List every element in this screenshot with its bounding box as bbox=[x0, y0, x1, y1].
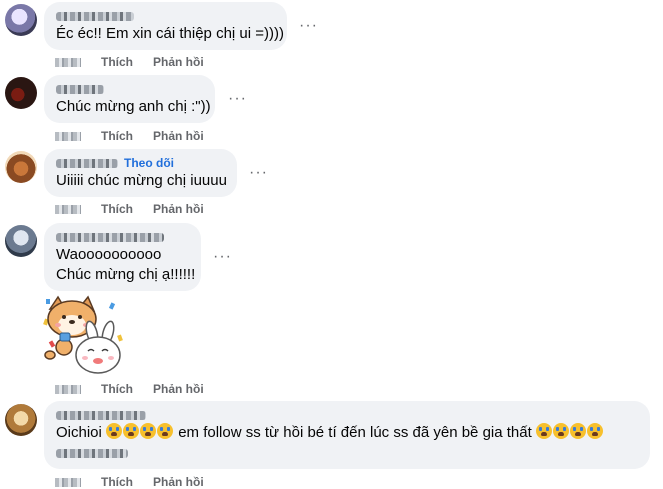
like-button[interactable]: Thích bbox=[101, 129, 133, 143]
crying-emoji-icon bbox=[140, 423, 157, 439]
comment-bubble: Éc éc!! Em xin cái thiệp chị ui =)))) bbox=[44, 2, 287, 50]
comment-text: Oichioi em follow ss từ hồi bé tí đến lú… bbox=[56, 423, 638, 443]
avatar[interactable] bbox=[5, 77, 37, 109]
comment-actions: Thích Phản hồi bbox=[55, 382, 224, 396]
like-button[interactable]: Thích bbox=[101, 202, 133, 216]
crying-emoji-group-1 bbox=[106, 423, 174, 441]
comment-text: Uiiiii chúc mừng chị iuuuu bbox=[56, 172, 227, 189]
comment-bubble: Oichioi em follow ss từ hồi bé tí đến lú… bbox=[44, 401, 650, 469]
more-options-icon[interactable]: ··· bbox=[213, 249, 232, 265]
reply-button[interactable]: Phản hồi bbox=[153, 202, 204, 216]
timestamp bbox=[55, 205, 81, 215]
crying-emoji-icon bbox=[106, 423, 123, 439]
avatar[interactable] bbox=[5, 151, 37, 183]
avatar[interactable] bbox=[5, 4, 37, 36]
reply-button[interactable]: Phản hồi bbox=[153, 382, 204, 396]
like-button[interactable]: Thích bbox=[101, 55, 133, 69]
timestamp bbox=[55, 58, 81, 68]
reply-button[interactable]: Phản hồi bbox=[153, 129, 204, 143]
crying-emoji-group-2 bbox=[535, 423, 604, 441]
avatar[interactable] bbox=[5, 404, 37, 436]
comment-text-line-2: Chúc mừng chị ạ!!!!!! bbox=[56, 266, 196, 283]
follow-button[interactable]: Theo dõi bbox=[124, 156, 174, 170]
like-button[interactable]: Thích bbox=[101, 382, 133, 396]
commenter-name[interactable] bbox=[56, 9, 275, 24]
commenter-name[interactable] bbox=[56, 408, 638, 423]
more-options-icon[interactable]: ··· bbox=[249, 165, 268, 181]
comment-bubble: Theo dõi Uiiiii chúc mừng chị iuuuu bbox=[44, 149, 237, 197]
crying-emoji-icon bbox=[157, 423, 174, 439]
crying-emoji-icon bbox=[123, 423, 140, 439]
comment-text: Chúc mừng anh chị :")) bbox=[56, 98, 211, 115]
reply-button[interactable]: Phản hồi bbox=[153, 55, 204, 69]
comment-text-line-1: Waoooooooooo bbox=[56, 246, 162, 263]
crying-emoji-icon bbox=[535, 423, 552, 439]
timestamp bbox=[55, 385, 81, 395]
avatar[interactable] bbox=[5, 225, 37, 257]
comment-bubble: Chúc mừng anh chị :")) bbox=[44, 75, 215, 123]
timestamp bbox=[55, 132, 81, 142]
comment-actions: Thích Phản hồi bbox=[55, 55, 224, 69]
comment-actions: Thích Phản hồi bbox=[55, 129, 224, 143]
commenter-name[interactable] bbox=[56, 230, 189, 245]
commenter-name[interactable]: Theo dõi bbox=[56, 156, 225, 171]
comment-text-line-2-blurred bbox=[56, 443, 638, 463]
comment-text-end: em follow ss từ hồi bé tí đến lúc ss đã … bbox=[178, 424, 532, 441]
commenter-name[interactable] bbox=[56, 82, 203, 97]
crying-emoji-icon bbox=[586, 423, 603, 439]
comment-bubble: Waoooooooooo Chúc mừng chị ạ!!!!!! bbox=[44, 223, 201, 291]
timestamp bbox=[55, 478, 81, 488]
comment-actions: Thích Phản hồi bbox=[55, 202, 224, 216]
comment-text: Éc éc!! Em xin cái thiệp chị ui =)))) bbox=[56, 25, 284, 42]
crying-emoji-icon bbox=[552, 423, 569, 439]
more-options-icon[interactable]: ··· bbox=[228, 91, 247, 107]
crying-emoji-icon bbox=[569, 423, 586, 439]
comment-text-start: Oichioi bbox=[56, 424, 102, 441]
sticker-image bbox=[43, 295, 123, 374]
more-options-icon[interactable]: ··· bbox=[299, 18, 318, 34]
